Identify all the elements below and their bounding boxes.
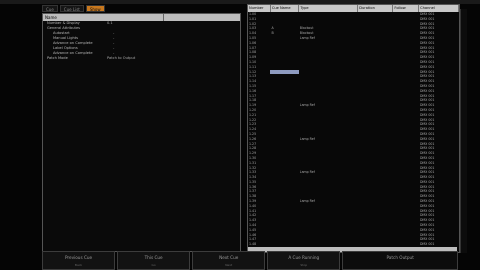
previous-cue-button[interactable]: Previous Cue Back [42,251,116,270]
cue-running-label: A Cue Running [288,255,320,260]
tab-cue-list[interactable]: Cue List [59,5,84,12]
patch-output-label: Patch Output [386,255,414,260]
this-cue-sub: Go [151,263,156,267]
tab-bar: Cue Cue List Show [42,5,105,12]
cue-list-rows: 1.00 DMX 001 1.01 DMX 001 1.02 DMX 001 1.03 A Bl… [248,12,459,247]
col-number-header[interactable]: Number [248,5,271,12]
next-cue-label: Next Cue [219,255,239,260]
next-cue-sub: Next [225,263,233,267]
col-duration-header[interactable]: Duration [358,5,394,12]
properties-list: Number & Display 0.1 General Attributes Aut… [43,21,240,61]
cue-running-button[interactable]: A Cue Running Stop [267,251,341,270]
next-cue-button[interactable]: Next Cue Next [192,251,266,270]
transport-bar: Previous Cue Back This Cue Go Next Cue N… [42,251,459,270]
patch-output-button[interactable]: Patch Output [342,251,459,270]
tab-cue[interactable]: Cue [42,5,58,12]
col-type-header[interactable]: Type [299,5,359,12]
properties-panel: Name Number & Display 0.1 General Attribut… [42,13,241,252]
previous-cue-label: Previous Cue [64,255,93,260]
this-cue-button[interactable]: This Cue Go [117,251,191,270]
col-follow-header[interactable]: Follow [393,5,420,12]
properties-name-header[interactable]: Name [43,14,164,21]
cue-list-header: Number Cue Name Type Duration Follow Cha… [248,5,459,12]
properties-header: Name [43,14,240,21]
property-value[interactable]: Patch to Output [107,56,167,61]
col-cue-name-header[interactable]: Cue Name [271,5,300,12]
properties-value-header[interactable] [164,14,240,21]
this-cue-label: This Cue [144,255,163,260]
cue-list-panel: Number Cue Name Type Duration Follow Cha… [247,4,467,253]
vertical-scrollbar[interactable] [460,9,467,253]
tab-show[interactable]: Show [85,5,105,12]
property-key: Patch Mode [47,56,68,60]
cue-running-sub: Stop [300,263,308,267]
property-row[interactable]: Patch Mode Patch to Output [43,56,240,61]
previous-cue-sub: Back [74,263,83,267]
col-channel-header[interactable]: Channel [419,5,459,12]
